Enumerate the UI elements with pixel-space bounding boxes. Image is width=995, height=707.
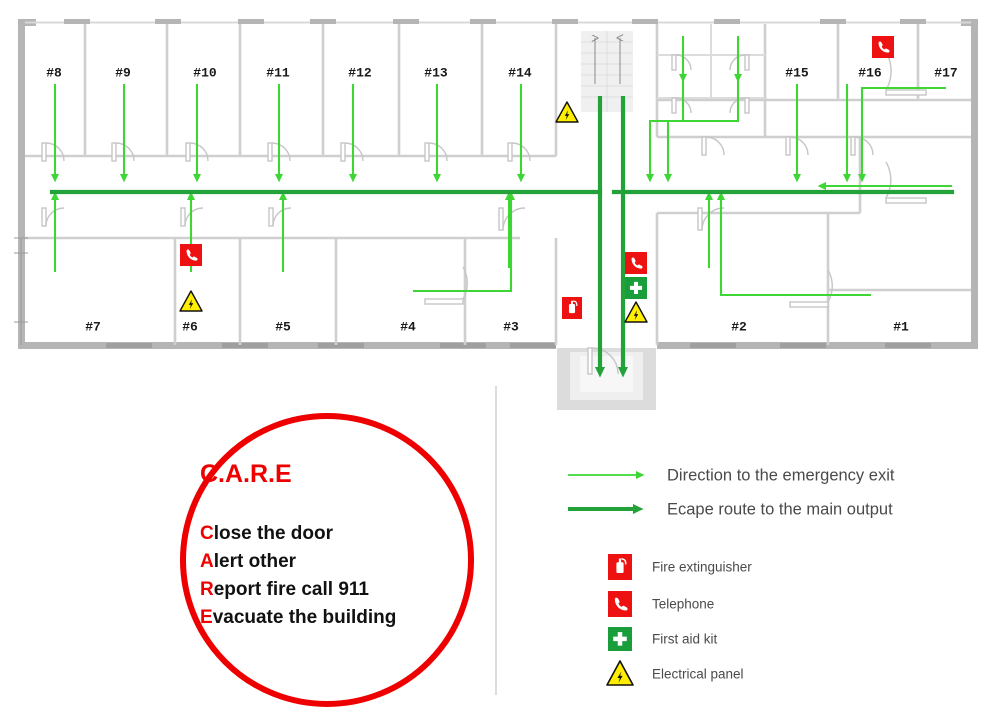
exit-vestibule: [557, 348, 656, 410]
legend-row-first-aid-kit: First aid kit: [608, 627, 718, 651]
top-facade: [25, 19, 971, 24]
room-label-10: #10: [193, 65, 217, 80]
care-line-evacuate-cap: E: [200, 607, 213, 628]
room-label-12: #12: [348, 65, 372, 80]
electrical-panel-icon: [606, 660, 634, 686]
room-label-4: #4: [400, 319, 416, 334]
care-line-alert-cap: A: [200, 551, 214, 572]
fire-extinguisher-icon: [562, 297, 582, 319]
direction-arrow-routes: [413, 78, 952, 297]
room-label-8: #8: [46, 65, 62, 80]
care-line-evacuate-rest: vacuate the building: [213, 607, 397, 628]
room-label-15: #15: [785, 65, 809, 80]
bottom-facade-windows: [106, 343, 931, 348]
first-aid-kit-icon: [608, 627, 632, 651]
room-labels-bottom: #7 #6 #5 #4 #3 #2 #1: [85, 319, 909, 334]
room-label-16: #16: [858, 65, 882, 80]
care-line-close-rest: lose the door: [214, 523, 334, 544]
dimension-ticks: [14, 237, 28, 345]
legend: Direction to the emergency exit Ecape ro…: [568, 466, 895, 686]
direction-arrow-room-4: [413, 191, 516, 293]
legend-row-escape-route: Ecape route to the main output: [568, 500, 893, 518]
care-line-close: Close the door: [200, 523, 334, 544]
care-title: C.A.R.E: [200, 460, 292, 488]
interior-walls-lower: [173, 213, 971, 345]
room-label-11: #11: [266, 65, 290, 80]
legend-label-direction: Direction to the emergency exit: [667, 466, 895, 484]
legend-row-telephone: Telephone: [608, 591, 714, 617]
care-panel: C.A.R.E Close the door Alert other Repor…: [180, 413, 474, 707]
electrical-panel-icon: [624, 301, 648, 323]
direction-arrow-room-17: [857, 86, 946, 183]
first-aid-kit-icon: [625, 277, 647, 299]
room-label-17: #17: [934, 65, 957, 80]
room-label-1: #1: [893, 319, 909, 334]
room-label-6: #6: [182, 319, 198, 334]
stairwell: [581, 31, 633, 112]
electrical-panel-icon: [555, 101, 579, 123]
fire-extinguisher-icon: [608, 554, 632, 580]
room-label-2: #2: [731, 319, 747, 334]
room-label-13: #13: [424, 65, 448, 80]
exterior-walls: [18, 19, 978, 349]
legend-row-direction: Direction to the emergency exit: [568, 466, 895, 484]
care-line-close-cap: C: [200, 523, 214, 544]
telephone-icon: [625, 252, 647, 274]
legend-row-electrical-panel: Electrical panel: [606, 660, 744, 686]
care-line-report-cap: R: [200, 579, 214, 600]
room-label-9: #9: [115, 65, 131, 80]
room-label-7: #7: [85, 319, 101, 334]
direction-arrow-restroom-merge-right: [663, 78, 740, 183]
escape-routes-to-exit: [595, 96, 628, 378]
floor-plan-drawing: #8 #9 #10 #11 #12 #13 #14 #15 #16 #17 #7…: [14, 19, 978, 410]
telephone-icon: [608, 591, 632, 617]
electrical-panel-icon: [179, 290, 203, 312]
care-line-report-rest: eport fire call 911: [214, 579, 370, 600]
legend-label-first-aid-kit: First aid kit: [652, 632, 718, 647]
telephone-icon: [872, 36, 894, 58]
fire-evacuation-plan: #8 #9 #10 #11 #12 #13 #14 #15 #16 #17 #7…: [0, 0, 995, 707]
legend-label-escape-route: Ecape route to the main output: [667, 500, 893, 518]
direction-arrow-room-1: [716, 191, 871, 297]
room-label-3: #3: [503, 319, 519, 334]
legend-label-electrical-panel: Electrical panel: [652, 667, 744, 682]
room-labels-top: #8 #9 #10 #11 #12 #13 #14 #15 #16 #17: [46, 65, 958, 80]
direction-arrow-restroom-merge-left: [645, 78, 685, 183]
room-label-5: #5: [275, 319, 291, 334]
telephone-icon: [180, 244, 202, 266]
legend-label-fire-extinguisher: Fire extinguisher: [652, 560, 752, 575]
care-line-report: Report fire call 911: [200, 579, 369, 600]
direction-arrows: [50, 36, 852, 272]
care-line-alert-rest: lert other: [214, 551, 297, 572]
care-line-evacuate: Evacuate the building: [200, 607, 396, 628]
room-label-14: #14: [508, 65, 532, 80]
legend-label-telephone: Telephone: [652, 597, 714, 612]
legend-row-fire-extinguisher: Fire extinguisher: [608, 554, 752, 580]
care-line-alert: Alert other: [200, 551, 297, 572]
